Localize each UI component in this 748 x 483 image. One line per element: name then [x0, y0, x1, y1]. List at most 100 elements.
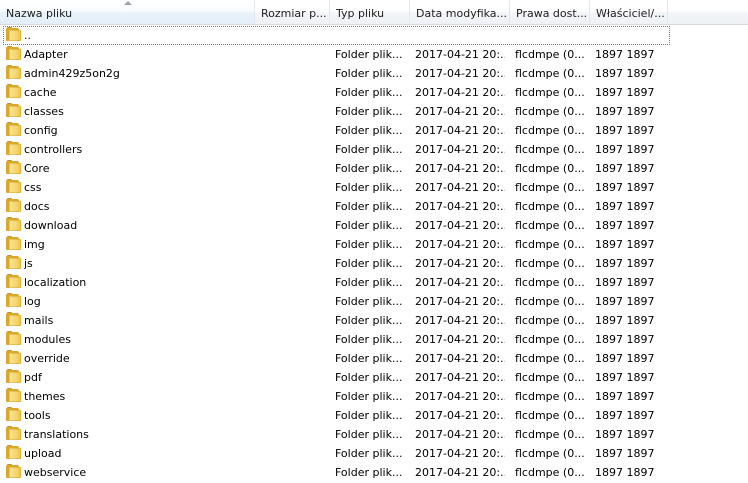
folder-icon: [6, 255, 21, 269]
folder-icon: [6, 160, 21, 174]
file-permissions: flcdmpe (0...: [515, 314, 585, 327]
file-type: Folder plik...: [335, 181, 403, 194]
file-owner: 1897 1897: [595, 276, 655, 289]
file-type: Folder plik...: [335, 352, 403, 365]
file-owner: 1897 1897: [595, 200, 655, 213]
file-owner: 1897 1897: [595, 86, 655, 99]
file-permissions: flcdmpe (0...: [515, 295, 585, 308]
column-header-label: Data modyfika...: [416, 7, 508, 20]
remote-file-list[interactable]: Nazwa pliku Rozmiar p... Typ pliku Data …: [0, 0, 748, 483]
table-row[interactable]: pdf Folder plik... 2017-04-21 20:... flcdmp…: [0, 368, 748, 387]
table-row[interactable]: webservice Folder plik... 2017-04-21 20:..…: [0, 463, 748, 482]
parent-directory-row[interactable]: ..: [0, 26, 748, 45]
file-type: Folder plik...: [335, 295, 403, 308]
file-permissions: flcdmpe (0...: [515, 181, 585, 194]
table-row[interactable]: cache Folder plik... 2017-04-21 20:... flcd…: [0, 83, 748, 102]
file-type: Folder plik...: [335, 409, 403, 422]
table-row[interactable]: docs Folder plik... 2017-04-21 20:... flcdm…: [0, 197, 748, 216]
folder-icon: [6, 179, 21, 193]
table-row[interactable]: admin429z5on2g Folder plik... 2017-04-21 2…: [0, 64, 748, 83]
file-permissions: flcdmpe (0...: [515, 238, 585, 251]
column-header-modified[interactable]: Data modyfika...: [410, 0, 510, 24]
file-permissions: flcdmpe (0...: [515, 428, 585, 441]
file-modified: 2017-04-21 20:...: [415, 314, 505, 327]
file-owner: 1897 1897: [595, 390, 655, 403]
table-row[interactable]: config Folder plik... 2017-04-21 20:... flc…: [0, 121, 748, 140]
file-type: Folder plik...: [335, 314, 403, 327]
file-permissions: flcdmpe (0...: [515, 352, 585, 365]
column-header-label: Typ pliku: [336, 7, 385, 20]
table-row[interactable]: translations Folder plik... 2017-04-21 20:…: [0, 425, 748, 444]
file-modified: 2017-04-21 20:...: [415, 200, 505, 213]
column-header-size[interactable]: Rozmiar p...: [255, 0, 330, 24]
file-type: Folder plik...: [335, 48, 403, 61]
file-name: img: [24, 238, 45, 251]
file-type: Folder plik...: [335, 447, 403, 460]
table-row[interactable]: log Folder plik... 2017-04-21 20:... flcdmp…: [0, 292, 748, 311]
file-modified: 2017-04-21 20:...: [415, 447, 505, 460]
file-modified: 2017-04-21 20:...: [415, 371, 505, 384]
file-owner: 1897 1897: [595, 181, 655, 194]
file-permissions: flcdmpe (0...: [515, 447, 585, 460]
column-header-permissions[interactable]: Prawa dost...: [510, 0, 590, 24]
folder-icon: [6, 350, 21, 364]
file-name: js: [24, 257, 33, 270]
file-name: config: [24, 124, 58, 137]
file-modified: 2017-04-21 20:...: [415, 333, 505, 346]
column-header-owner[interactable]: Właściciel/...: [590, 0, 668, 24]
file-permissions: flcdmpe (0...: [515, 333, 585, 346]
file-permissions: flcdmpe (0...: [515, 219, 585, 232]
sort-ascending-icon: [124, 1, 132, 5]
table-row[interactable]: modules Folder plik... 2017-04-21 20:... fl…: [0, 330, 748, 349]
file-name: log: [24, 295, 41, 308]
column-header-type[interactable]: Typ pliku: [330, 0, 410, 24]
table-row[interactable]: css Folder plik... 2017-04-21 20:... flcdmp…: [0, 178, 748, 197]
table-row[interactable]: download Folder plik... 2017-04-21 20:... f…: [0, 216, 748, 235]
column-header-name[interactable]: Nazwa pliku: [0, 0, 255, 24]
folder-icon: [6, 312, 21, 326]
table-row[interactable]: Adapter Folder plik... 2017-04-21 20:... fl…: [0, 45, 748, 64]
table-row[interactable]: mails Folder plik... 2017-04-21 20:... flcd…: [0, 311, 748, 330]
file-name: Core: [24, 162, 50, 175]
file-name: themes: [24, 390, 66, 403]
folder-icon: [6, 46, 21, 60]
table-row[interactable]: themes Folder plik... 2017-04-21 20:... flc…: [0, 387, 748, 406]
file-permissions: flcdmpe (0...: [515, 86, 585, 99]
file-name: modules: [24, 333, 71, 346]
folder-icon: [6, 388, 21, 402]
file-modified: 2017-04-21 20:...: [415, 257, 505, 270]
file-name: css: [24, 181, 42, 194]
file-type: Folder plik...: [335, 219, 403, 232]
file-owner: 1897 1897: [595, 295, 655, 308]
file-permissions: flcdmpe (0...: [515, 162, 585, 175]
table-row[interactable]: override Folder plik... 2017-04-21 20:... f…: [0, 349, 748, 368]
file-modified: 2017-04-21 20:...: [415, 86, 505, 99]
file-type: Folder plik...: [335, 86, 403, 99]
file-modified: 2017-04-21 20:...: [415, 409, 505, 422]
file-name: localization: [24, 276, 87, 289]
file-type: Folder plik...: [335, 257, 403, 270]
file-type: Folder plik...: [335, 124, 403, 137]
file-type: Folder plik...: [335, 143, 403, 156]
table-row[interactable]: img Folder plik... 2017-04-21 20:... flcdmp…: [0, 235, 748, 254]
file-owner: 1897 1897: [595, 333, 655, 346]
file-type: Folder plik...: [335, 67, 403, 80]
file-type: Folder plik...: [335, 428, 403, 441]
file-permissions: flcdmpe (0...: [515, 143, 585, 156]
table-row[interactable]: controllers Folder plik... 2017-04-21 20:.…: [0, 140, 748, 159]
file-permissions: flcdmpe (0...: [515, 257, 585, 270]
file-name: override: [24, 352, 70, 365]
file-owner: 1897 1897: [595, 447, 655, 460]
folder-icon: [6, 464, 21, 478]
table-row[interactable]: localization Folder plik... 2017-04-21 20:…: [0, 273, 748, 292]
table-row[interactable]: upload Folder plik... 2017-04-21 20:... flc…: [0, 444, 748, 463]
file-modified: 2017-04-21 20:...: [415, 276, 505, 289]
table-row[interactable]: classes Folder plik... 2017-04-21 20:... fl…: [0, 102, 748, 121]
table-row[interactable]: Core Folder plik... 2017-04-21 20:... flcdm…: [0, 159, 748, 178]
table-row[interactable]: js Folder plik... 2017-04-21 20:... flcdmpe…: [0, 254, 748, 273]
folder-icon: [6, 236, 21, 250]
file-type: Folder plik...: [335, 333, 403, 346]
file-modified: 2017-04-21 20:...: [415, 219, 505, 232]
file-type: Folder plik...: [335, 390, 403, 403]
table-row[interactable]: tools Folder plik... 2017-04-21 20:... flcd…: [0, 406, 748, 425]
